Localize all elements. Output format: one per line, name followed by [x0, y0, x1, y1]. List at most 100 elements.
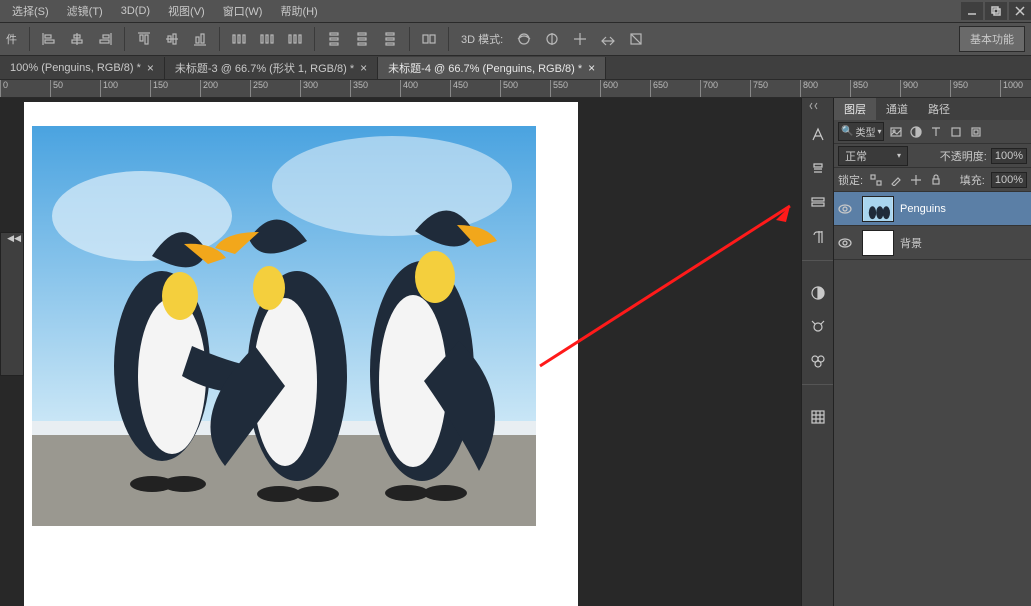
collapsed-panel-strip	[801, 98, 833, 606]
fill-value[interactable]: 100%	[991, 172, 1027, 188]
opacity-value[interactable]: 100%	[991, 148, 1027, 164]
layer-row-background[interactable]: 背景	[834, 226, 1031, 260]
layer-filter-label: 类型	[855, 124, 875, 139]
document-tabs: 100% (Penguins, RGB/8) * × 未标题-3 @ 66.7%…	[0, 56, 1031, 80]
mini-palette[interactable]: ◀◀	[0, 232, 24, 376]
blend-mode-select[interactable]: 正常 ▾	[838, 146, 908, 166]
ruler-tick: 850	[850, 80, 900, 97]
layer-row-penguins[interactable]: Penguins	[834, 192, 1031, 226]
adjustments-panel-icon[interactable]	[807, 316, 829, 338]
lock-move-icon[interactable]	[909, 173, 923, 187]
panel-tab-layers[interactable]: 图层	[834, 98, 876, 120]
lock-brush-icon[interactable]	[889, 173, 903, 187]
3d-orbit-icon[interactable]	[513, 28, 535, 50]
tab-label: 100% (Penguins, RGB/8) *	[10, 62, 141, 74]
tab-label: 未标题-3 @ 66.7% (形状 1, RGB/8) *	[175, 60, 354, 76]
align-top-icon[interactable]	[133, 28, 155, 50]
tab-doc-2[interactable]: 未标题-3 @ 66.7% (形状 1, RGB/8) * ×	[165, 57, 378, 79]
ruler-tick: 750	[750, 80, 800, 97]
ruler-tick: 450	[450, 80, 500, 97]
ruler-tick: 250	[250, 80, 300, 97]
tab-label: 未标题-4 @ 66.7% (Penguins, RGB/8) *	[388, 60, 582, 76]
3d-scale-icon[interactable]	[625, 28, 647, 50]
distribute-h-icon[interactable]	[228, 28, 250, 50]
lock-label: 锁定:	[838, 172, 863, 188]
contrast-panel-icon[interactable]	[807, 282, 829, 304]
ruler-tick: 700	[700, 80, 750, 97]
basic-workspace-button[interactable]: 基本功能	[959, 26, 1025, 52]
chevron-down-icon: ▾	[897, 151, 901, 160]
distribute-v3-icon[interactable]	[379, 28, 401, 50]
close-icon[interactable]: ×	[588, 61, 595, 75]
tab-doc-3[interactable]: 未标题-4 @ 66.7% (Penguins, RGB/8) * ×	[378, 57, 606, 79]
align-left-icon[interactable]	[38, 28, 60, 50]
3d-slide-icon[interactable]	[597, 28, 619, 50]
blend-row: 正常 ▾ 不透明度: 100%	[834, 144, 1031, 168]
lock-transparency-icon[interactable]	[869, 173, 883, 187]
ruler-tick: 600	[600, 80, 650, 97]
filter-adjust-icon[interactable]	[908, 124, 924, 140]
grid-panel-icon[interactable]	[807, 406, 829, 428]
ruler-tick: 900	[900, 80, 950, 97]
layer-thumbnail	[862, 196, 894, 222]
window-controls	[959, 2, 1031, 20]
paragraph-panel-icon[interactable]	[807, 158, 829, 180]
layers-list: Penguins 背景	[834, 192, 1031, 260]
menu-view[interactable]: 视图(V)	[160, 1, 213, 21]
menu-window[interactable]: 窗口(W)	[215, 1, 271, 21]
distribute-v2-icon[interactable]	[351, 28, 373, 50]
3d-mode-label: 3D 模式:	[457, 31, 507, 47]
ruler-tick: 300	[300, 80, 350, 97]
panel-tabs: 图层 通道 路径	[834, 98, 1031, 120]
penguin-image	[32, 126, 536, 526]
distribute-v-icon[interactable]	[323, 28, 345, 50]
restore-button[interactable]	[985, 2, 1007, 20]
ruler-tick: 800	[800, 80, 850, 97]
glyphs-panel-icon[interactable]	[807, 192, 829, 214]
auto-align-icon[interactable]	[418, 28, 440, 50]
strip-collapse-icon[interactable]	[802, 102, 833, 112]
opacity-label: 不透明度:	[940, 148, 987, 164]
menu-select[interactable]: 选择(S)	[4, 1, 57, 21]
ruler-tick: 150	[150, 80, 200, 97]
canvas-area[interactable]: ◀◀	[0, 98, 801, 606]
filter-shape-icon[interactable]	[948, 124, 964, 140]
ruler-tick: 50	[50, 80, 100, 97]
3d-pan-icon[interactable]	[569, 28, 591, 50]
menu-3d[interactable]: 3D(D)	[113, 3, 158, 19]
panel-tab-channels[interactable]: 通道	[876, 98, 918, 120]
minimize-button[interactable]	[961, 2, 983, 20]
menu-filter[interactable]: 滤镜(T)	[59, 1, 111, 21]
mini-palette-collapse-icon[interactable]: ◀◀	[1, 233, 23, 245]
filter-smart-icon[interactable]	[968, 124, 984, 140]
close-button[interactable]	[1009, 2, 1031, 20]
paragraph-panel-icon-2[interactable]	[807, 226, 829, 248]
character-panel-icon[interactable]	[807, 124, 829, 146]
panel-tab-paths[interactable]: 路径	[918, 98, 960, 120]
layer-visibility-toggle[interactable]	[834, 236, 856, 250]
close-icon[interactable]: ×	[147, 61, 154, 75]
tab-doc-1[interactable]: 100% (Penguins, RGB/8) * ×	[0, 57, 165, 79]
ruler-tick: 550	[550, 80, 600, 97]
horizontal-ruler: 0 50 100 150 200 250 300 350 400 450 500…	[0, 80, 1031, 98]
swatches-panel-icon[interactable]	[807, 350, 829, 372]
distribute-h2-icon[interactable]	[256, 28, 278, 50]
ruler-tick: 500	[500, 80, 550, 97]
distribute-h3-icon[interactable]	[284, 28, 306, 50]
3d-roll-icon[interactable]	[541, 28, 563, 50]
layer-name: 背景	[900, 235, 922, 251]
align-hcenter-icon[interactable]	[66, 28, 88, 50]
layer-filter-row: 🔍 类型 ▾	[834, 120, 1031, 144]
filter-type-icon[interactable]	[928, 124, 944, 140]
filter-pixel-icon[interactable]	[888, 124, 904, 140]
layer-name: Penguins	[900, 203, 946, 215]
align-right-icon[interactable]	[94, 28, 116, 50]
close-icon[interactable]: ×	[360, 61, 367, 75]
align-bottom-icon[interactable]	[189, 28, 211, 50]
layer-filter-kind-select[interactable]: 🔍 类型 ▾	[838, 122, 884, 141]
lock-all-icon[interactable]	[929, 173, 943, 187]
menu-help[interactable]: 帮助(H)	[272, 1, 325, 21]
align-vcenter-icon[interactable]	[161, 28, 183, 50]
menubar: 选择(S) 滤镜(T) 3D(D) 视图(V) 窗口(W) 帮助(H)	[0, 0, 1031, 22]
layer-visibility-toggle[interactable]	[834, 202, 856, 216]
